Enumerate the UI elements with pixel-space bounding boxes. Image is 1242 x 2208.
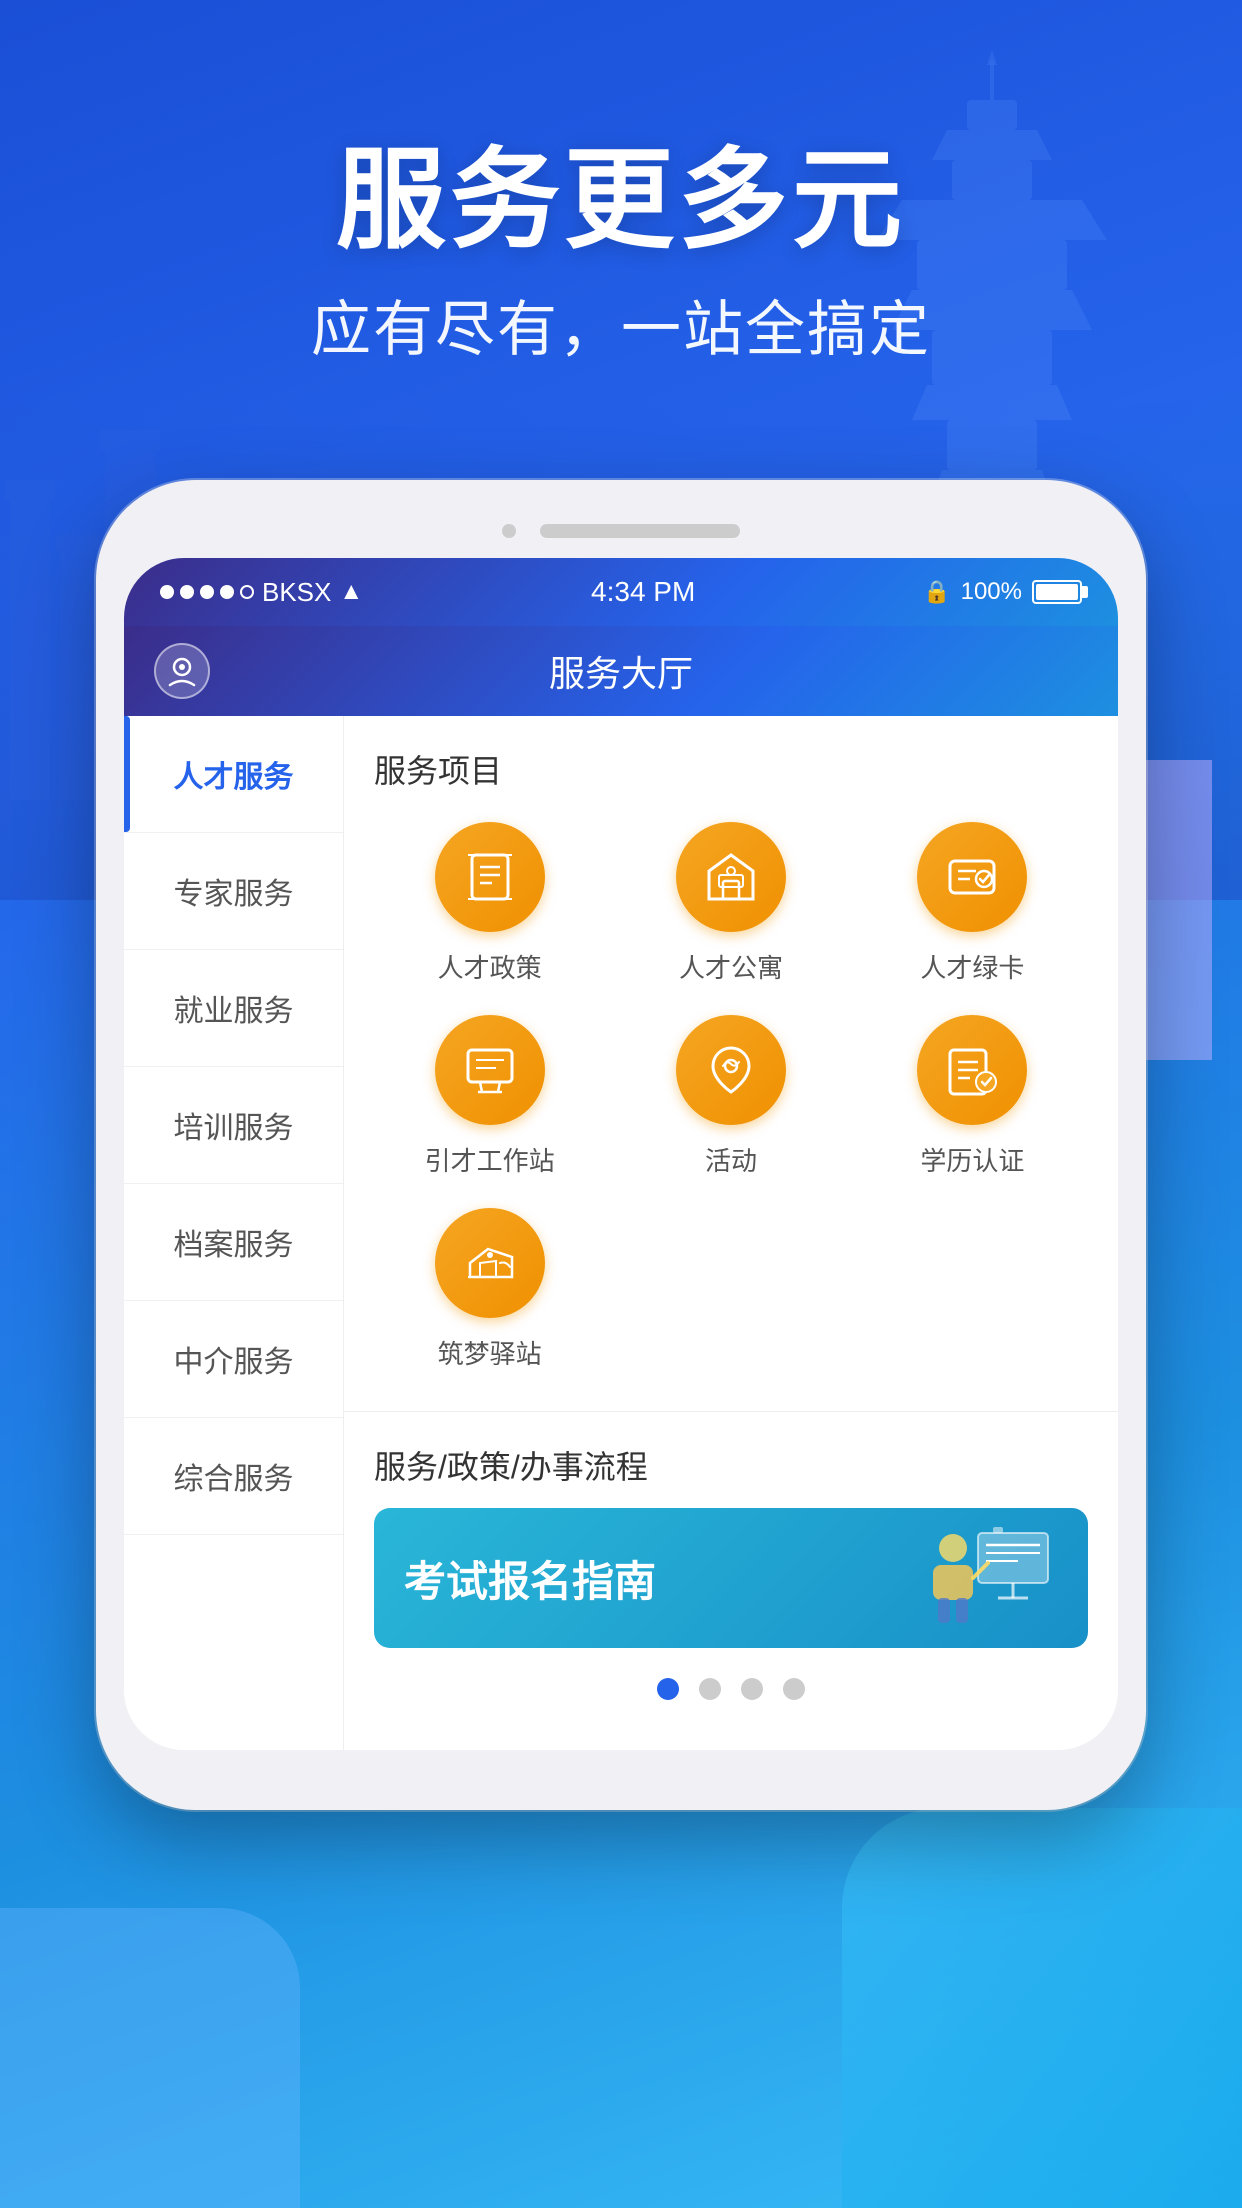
phone-camera (502, 524, 516, 538)
phone-screen: BKSX ▲ 4:34 PM 🔒 100% (124, 558, 1118, 1750)
status-time: 4:34 PM (591, 576, 695, 608)
main-content: 人才服务 专家服务 就业服务 培训服务 档案服务 中介服务 (124, 716, 1118, 1750)
sidebar-item-talent[interactable]: 人才服务 (124, 716, 343, 833)
service-icon-greencard (917, 822, 1027, 932)
guide-banner-image (898, 1518, 1058, 1638)
sidebar-item-employment[interactable]: 就业服务 (124, 950, 343, 1067)
sidebar-item-agency[interactable]: 中介服务 (124, 1301, 343, 1418)
signal-dot-2 (180, 585, 194, 599)
service-icon-apartment (676, 822, 786, 932)
service-label-certification: 学历认证 (920, 1141, 1024, 1178)
page-dot-2[interactable] (699, 1678, 721, 1700)
status-bar: BKSX ▲ 4:34 PM 🔒 100% (124, 558, 1118, 626)
sidebar-item-expert[interactable]: 专家服务 (124, 833, 343, 950)
service-grid: 人才政策 人才公寓 (374, 822, 1088, 1371)
battery-fill (1036, 584, 1078, 600)
signal-dot-1 (160, 585, 174, 599)
service-icon-certification (917, 1015, 1027, 1125)
service-item-workstation[interactable]: 引才工作站 (374, 1015, 605, 1178)
service-icon-workstation (435, 1015, 545, 1125)
battery-percentage: 100% (961, 578, 1022, 606)
service-label-dreamstation: 筑梦驿站 (438, 1334, 542, 1371)
hero-section: 服务更多元 应有尽有，一站全搞定 (0, 0, 1242, 368)
service-label-activity: 活动 (705, 1141, 757, 1178)
signal-dot-4 (220, 585, 234, 599)
guide-banner-text: 考试报名指南 (404, 1548, 656, 1609)
phone-speaker (540, 524, 740, 538)
carrier-name: BKSX (262, 577, 331, 608)
signal-dot-5 (240, 585, 254, 599)
content-area: 服务项目 (344, 716, 1118, 1750)
battery-icon (1032, 580, 1082, 604)
signal-dots (160, 585, 254, 599)
phone-top-bar (124, 508, 1118, 558)
signal-dot-3 (200, 585, 214, 599)
section-title-services: 服务项目 (374, 746, 1088, 792)
service-item-activity[interactable]: 活动 (615, 1015, 846, 1178)
pagination (374, 1678, 1088, 1720)
lock-icon: 🔒 (923, 579, 950, 605)
service-icon-policy (435, 822, 545, 932)
service-item-dreamstation[interactable]: 筑梦驿站 (374, 1208, 605, 1371)
service-label-policy: 人才政策 (438, 948, 542, 985)
guide-section: 服务/政策/办事流程 考试报名指南 (374, 1442, 1088, 1720)
phone-mockup: BKSX ▲ 4:34 PM 🔒 100% (96, 480, 1146, 1810)
sidebar: 人才服务 专家服务 就业服务 培训服务 档案服务 中介服务 (124, 716, 344, 1750)
sidebar-item-general[interactable]: 综合服务 (124, 1418, 343, 1535)
guide-banner[interactable]: 考试报名指南 (374, 1508, 1088, 1648)
app-logo (154, 643, 210, 699)
section-divider (344, 1411, 1118, 1412)
wifi-icon: ▲ (339, 578, 363, 606)
app-title: 服务大厅 (549, 645, 693, 697)
service-item-greencard[interactable]: 人才绿卡 (857, 822, 1088, 985)
service-item-certification[interactable]: 学历认证 (857, 1015, 1088, 1178)
service-label-greencard: 人才绿卡 (920, 948, 1024, 985)
service-label-apartment: 人才公寓 (679, 948, 783, 985)
service-icon-dreamstation (435, 1208, 545, 1318)
page-dot-1[interactable] (657, 1678, 679, 1700)
phone-outer: BKSX ▲ 4:34 PM 🔒 100% (96, 480, 1146, 1810)
bottom-blob-left (0, 1908, 300, 2208)
bottom-wave-right (842, 1808, 1242, 2208)
service-item-apartment[interactable]: 人才公寓 (615, 822, 846, 985)
service-icon-activity (676, 1015, 786, 1125)
sidebar-item-training[interactable]: 培训服务 (124, 1067, 343, 1184)
status-left: BKSX ▲ (160, 577, 363, 608)
service-item-policy[interactable]: 人才政策 (374, 822, 605, 985)
sidebar-item-archive[interactable]: 档案服务 (124, 1184, 343, 1301)
service-label-workstation: 引才工作站 (425, 1141, 555, 1178)
hero-subtitle: 应有尽有，一站全搞定 (0, 281, 1242, 368)
section-title-guide: 服务/政策/办事流程 (374, 1442, 1088, 1488)
page-dot-4[interactable] (783, 1678, 805, 1700)
app-header: 服务大厅 (124, 626, 1118, 716)
page-dot-3[interactable] (741, 1678, 763, 1700)
hero-title: 服务更多元 (0, 140, 1242, 261)
status-right: 🔒 100% (923, 578, 1082, 606)
